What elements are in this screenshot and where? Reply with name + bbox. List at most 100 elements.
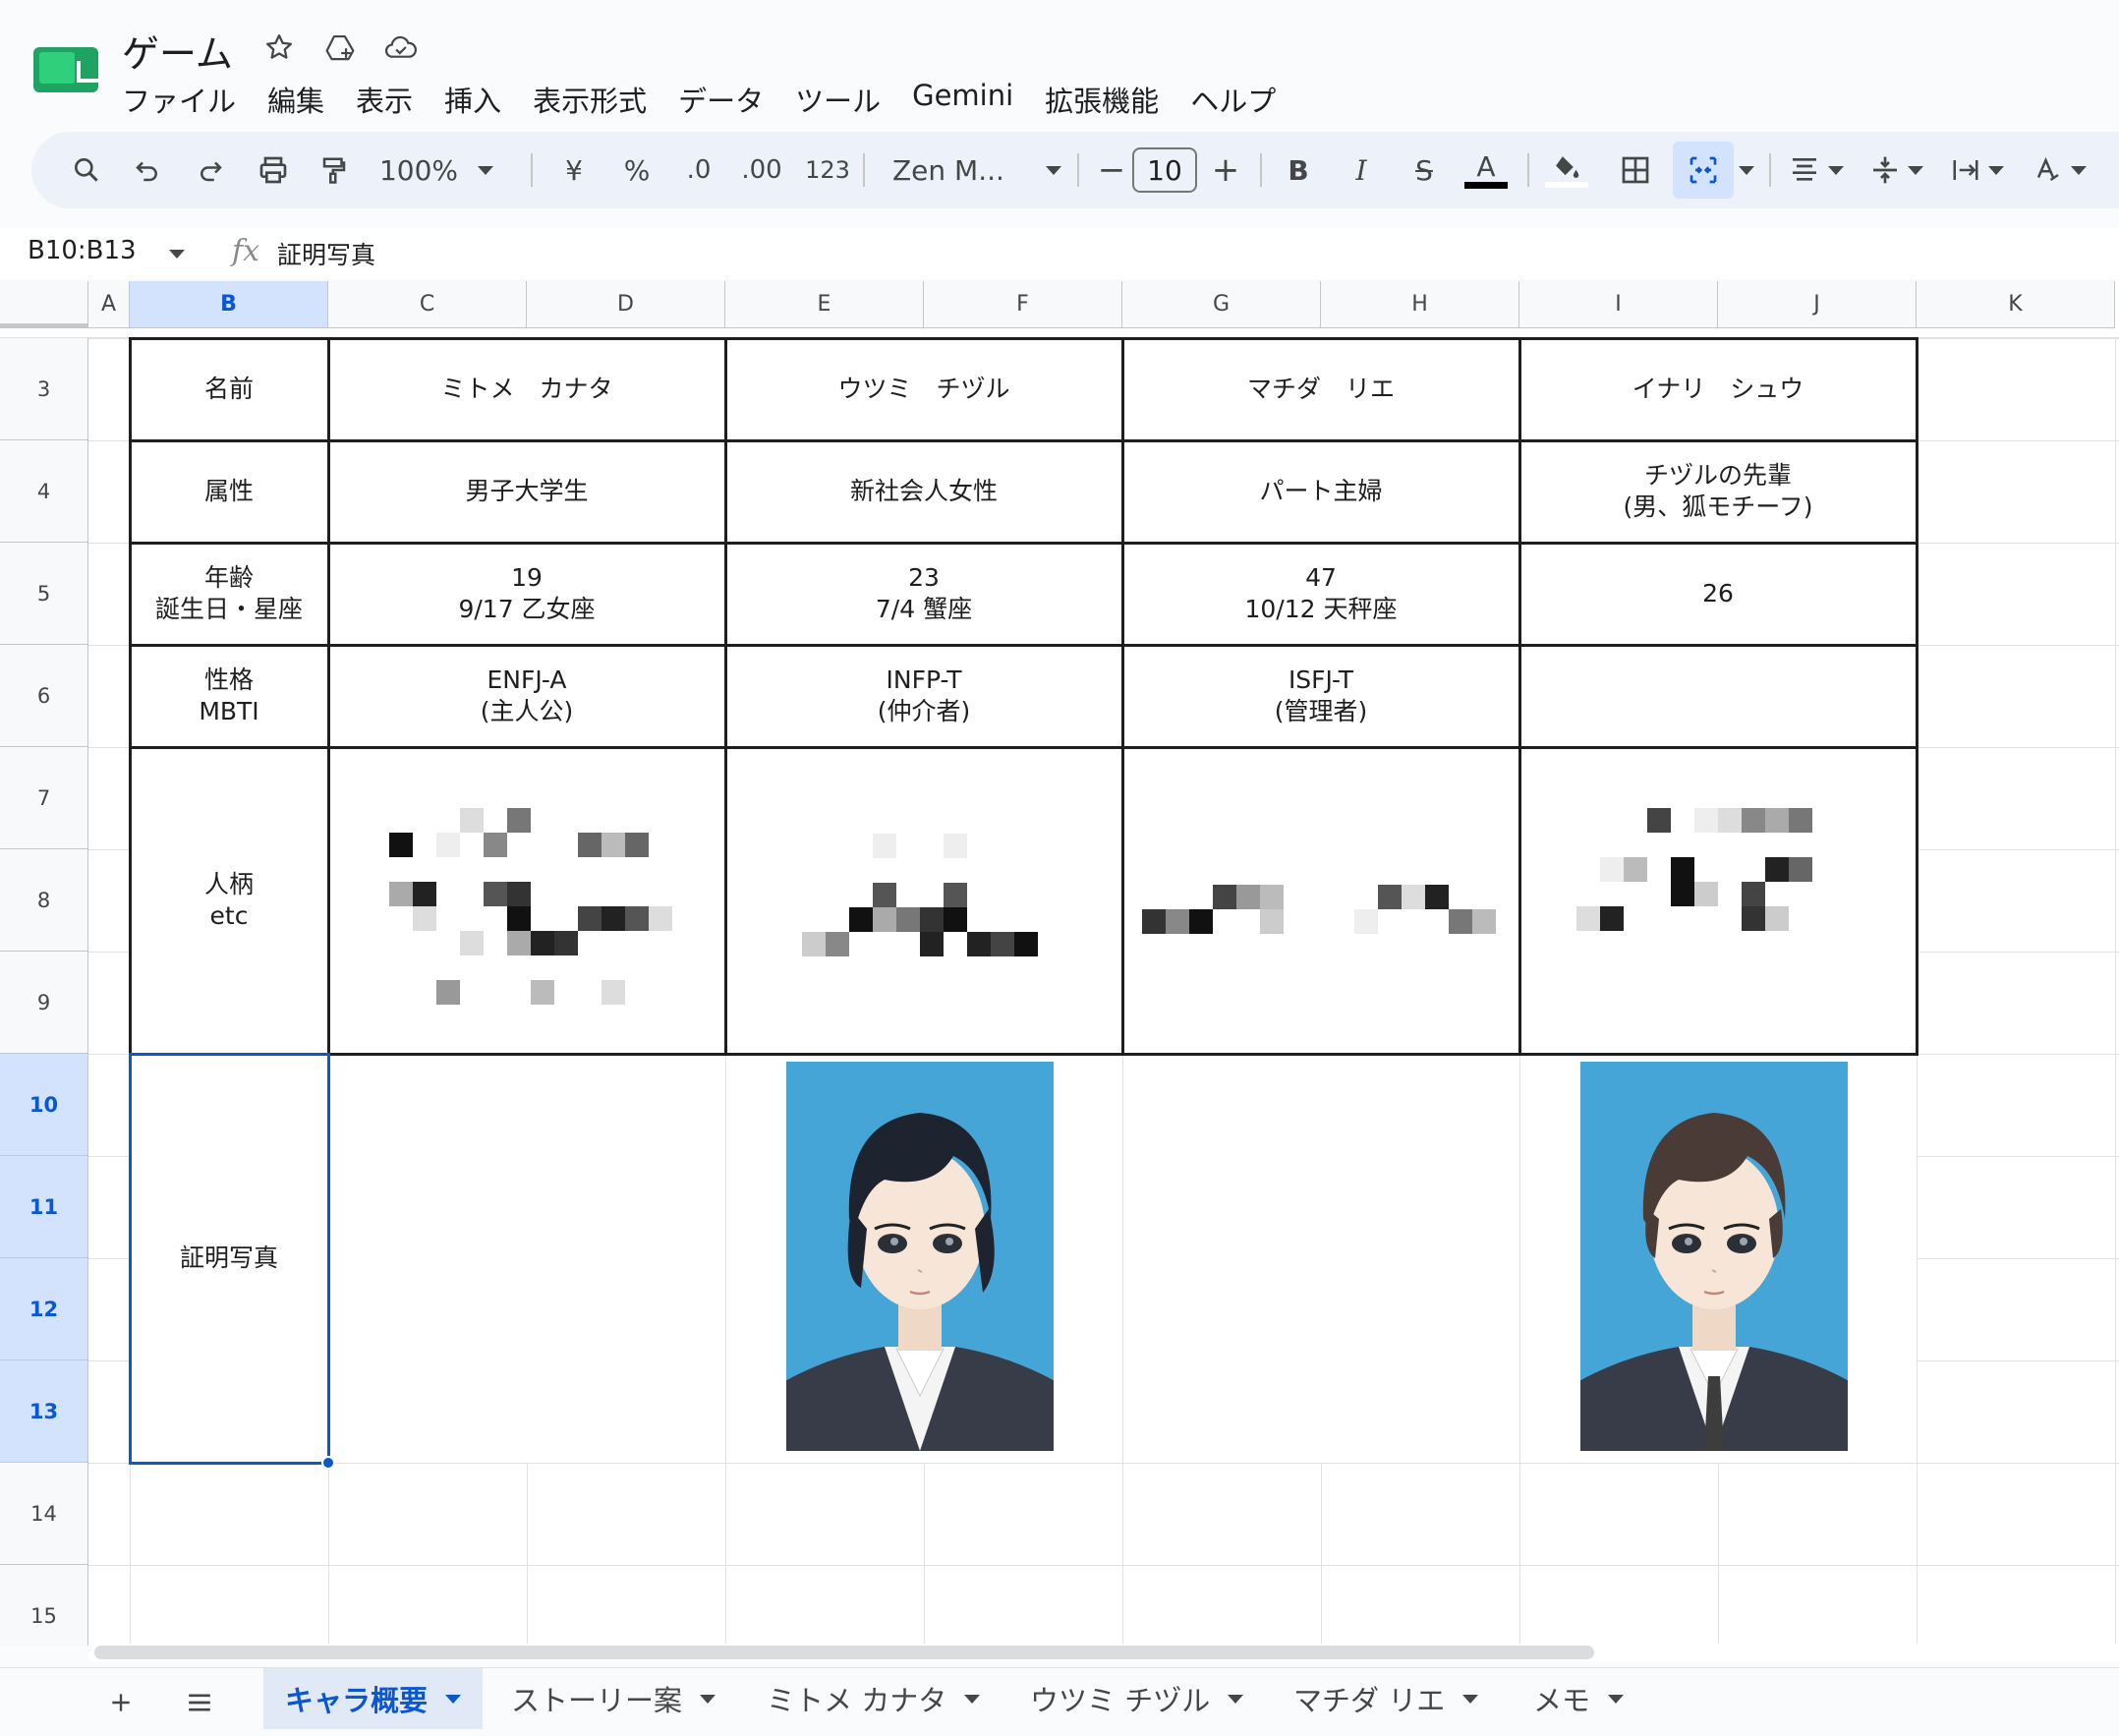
sheet-tab[interactable]: ストーリー案 <box>489 1668 737 1729</box>
sheets-logo-icon[interactable] <box>33 47 98 92</box>
row-header-3[interactable]: 3 <box>0 338 88 440</box>
sheet-tab[interactable]: ウツミ チヅル <box>1008 1668 1265 1729</box>
italic-button[interactable]: I <box>1337 142 1386 199</box>
character-name-cell[interactable]: イナリ シュウ <box>1519 338 1917 440</box>
character-name-cell[interactable]: ウツミ チヅル <box>725 338 1122 440</box>
percent-format-button[interactable]: % <box>615 142 659 199</box>
borders-button[interactable] <box>1610 142 1661 199</box>
text-rotation-button[interactable] <box>2021 142 2099 199</box>
sheet-tab[interactable]: メモ <box>1512 1668 1645 1729</box>
character-mbti-cell[interactable] <box>1519 645 1917 747</box>
search-icon[interactable] <box>59 142 114 199</box>
strikethrough-button[interactable]: S <box>1400 142 1449 199</box>
sheet-tab[interactable]: マチダ リエ <box>1272 1668 1500 1729</box>
decrease-decimal-button[interactable]: .0 <box>672 142 725 199</box>
row-header-7[interactable]: 7 <box>0 747 88 849</box>
column-header-a[interactable]: A <box>88 281 130 328</box>
chevron-down-icon[interactable] <box>700 1694 716 1704</box>
character-age-cell[interactable]: 47 10/12 天秤座 <box>1122 543 1519 645</box>
paint-format-icon[interactable] <box>309 142 360 199</box>
menu-edit[interactable]: 編集 <box>267 79 324 120</box>
font-size-decrease-button[interactable]: − <box>1089 142 1134 199</box>
text-color-button[interactable]: A <box>1460 142 1512 199</box>
character-attribute-cell[interactable]: 男子大学生 <box>328 440 725 543</box>
column-header-d[interactable]: D <box>527 281 725 328</box>
increase-decimal-button[interactable]: .00 <box>731 142 792 199</box>
number-format-button[interactable]: 123 <box>798 142 857 199</box>
character-attribute-cell[interactable]: チヅルの先輩 (男、狐モチーフ) <box>1519 440 1917 543</box>
row-header-10[interactable]: 10 <box>0 1054 88 1156</box>
fill-color-button[interactable] <box>1541 142 1592 199</box>
character-age-cell[interactable]: 23 7/4 蟹座 <box>725 543 1122 645</box>
vertical-align-button[interactable] <box>1858 142 1936 199</box>
character-mbti-cell[interactable]: ENFJ-A (主人公) <box>328 645 725 747</box>
spreadsheet-grid[interactable]: A B C D E F G H I J K 3 4 5 6 7 8 9 10 11 12 13 14 15 名前 属性 年齢 誕生日… <box>0 281 2119 1646</box>
character-attribute-cell[interactable]: パート主婦 <box>1122 440 1519 543</box>
redo-icon[interactable] <box>185 142 236 199</box>
merge-options-dropdown[interactable] <box>1734 142 1759 199</box>
label-age[interactable]: 年齢 誕生日・星座 <box>130 543 328 645</box>
column-header-i[interactable]: I <box>1519 281 1718 328</box>
column-header-b[interactable]: B <box>130 281 328 328</box>
print-icon[interactable] <box>248 142 299 199</box>
all-sheets-menu-icon[interactable] <box>175 1678 224 1727</box>
bold-button[interactable]: B <box>1274 142 1323 199</box>
character-mbti-cell[interactable]: INFP-T (仲介者) <box>725 645 1122 747</box>
menu-view[interactable]: 表示 <box>356 79 413 120</box>
chevron-down-icon[interactable] <box>1228 1694 1244 1704</box>
label-name[interactable]: 名前 <box>130 338 328 440</box>
column-header-k[interactable]: K <box>1917 281 2115 328</box>
menu-insert[interactable]: 挿入 <box>444 79 501 120</box>
add-sheet-icon[interactable] <box>96 1678 145 1727</box>
chevron-down-icon[interactable] <box>964 1694 981 1704</box>
label-attribute[interactable]: 属性 <box>130 440 328 543</box>
row-header-5[interactable]: 5 <box>0 543 88 645</box>
select-all-corner[interactable] <box>0 281 88 328</box>
row-header-6[interactable]: 6 <box>0 645 88 747</box>
row-header-8[interactable]: 8 <box>0 849 88 952</box>
menu-format[interactable]: 表示形式 <box>533 79 647 120</box>
character-age-cell[interactable]: 26 <box>1519 543 1917 645</box>
column-header-c[interactable]: C <box>328 281 527 328</box>
chevron-down-icon[interactable] <box>445 1694 462 1704</box>
column-header-h[interactable]: H <box>1321 281 1519 328</box>
character-attribute-cell[interactable]: 新社会人女性 <box>725 440 1122 543</box>
menu-gemini[interactable]: Gemini <box>912 79 1013 120</box>
font-select[interactable]: Zen M... <box>881 142 1073 199</box>
zoom-select[interactable]: 100% <box>375 142 497 199</box>
row-header-15[interactable]: 15 <box>0 1565 88 1646</box>
star-icon[interactable] <box>259 28 299 67</box>
column-header-f[interactable]: F <box>924 281 1122 328</box>
document-title[interactable]: ゲーム <box>122 24 233 78</box>
column-header-g[interactable]: G <box>1122 281 1321 328</box>
character-mbti-cell[interactable]: ISFJ-T (管理者) <box>1122 645 1519 747</box>
merge-cells-button[interactable] <box>1673 142 1734 199</box>
undo-icon[interactable] <box>122 142 173 199</box>
fill-handle[interactable] <box>321 1456 335 1470</box>
menu-file[interactable]: ファイル <box>122 79 236 120</box>
text-wrapping-button[interactable] <box>1938 142 2017 199</box>
formula-input[interactable]: 証明写真 <box>277 236 375 271</box>
column-header-e[interactable]: E <box>725 281 924 328</box>
row-header-13[interactable]: 13 <box>0 1360 88 1463</box>
row-header-14[interactable]: 14 <box>0 1463 88 1565</box>
chevron-down-icon[interactable] <box>1608 1694 1625 1704</box>
character-name-cell[interactable]: ミトメ カナタ <box>328 338 725 440</box>
chevron-down-icon[interactable] <box>1462 1694 1479 1704</box>
row-header-12[interactable]: 12 <box>0 1258 88 1360</box>
font-size-increase-button[interactable]: + <box>1203 142 1248 199</box>
move-to-drive-icon[interactable] <box>320 28 360 67</box>
name-box[interactable]: B10:B13 <box>28 236 137 265</box>
character-name-cell[interactable]: マチダ リエ <box>1122 338 1519 440</box>
menu-help[interactable]: ヘルプ <box>1190 79 1276 120</box>
row-header-11[interactable]: 11 <box>0 1156 88 1258</box>
character-age-cell[interactable]: 19 9/17 乙女座 <box>328 543 725 645</box>
sheet-tab[interactable]: ミトメ カナタ <box>745 1668 1002 1729</box>
menu-tools[interactable]: ツール <box>795 79 881 120</box>
column-header-j[interactable]: J <box>1718 281 1917 328</box>
menu-extensions[interactable]: 拡張機能 <box>1045 79 1159 120</box>
sheet-tab[interactable]: キャラ概要 <box>263 1668 484 1729</box>
id-photo-image[interactable] <box>1580 1062 1848 1451</box>
row-header-4[interactable]: 4 <box>0 440 88 543</box>
cloud-status-icon[interactable] <box>381 28 421 67</box>
